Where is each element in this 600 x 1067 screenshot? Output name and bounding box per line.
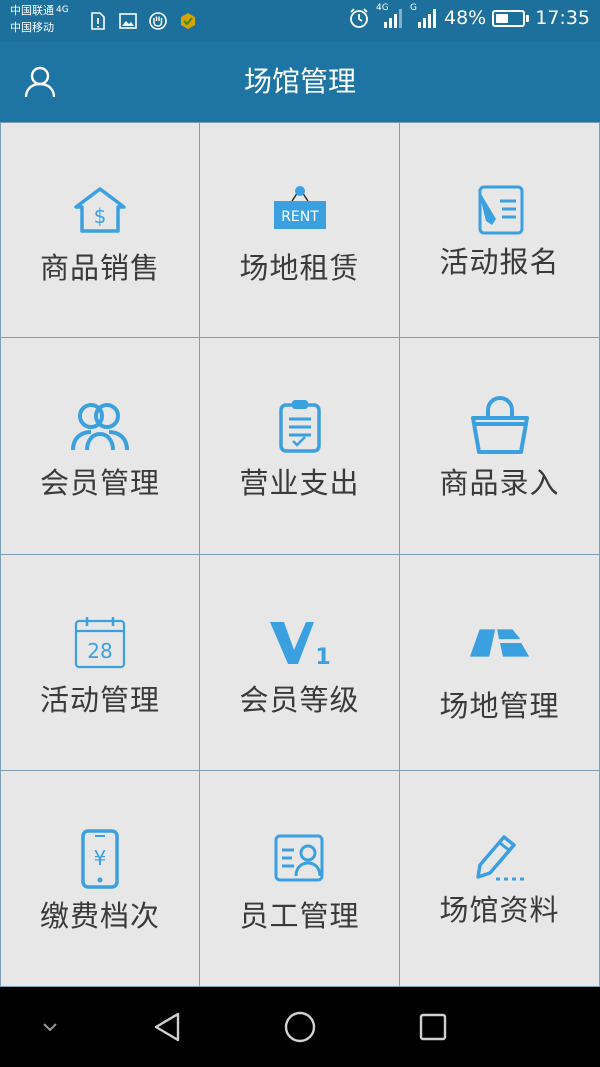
carrier-1-label: 中国联通 xyxy=(10,4,54,17)
tile-member-management[interactable]: 会员管理 xyxy=(0,338,200,555)
tile-venue-rental[interactable]: RENT 场地租赁 xyxy=(200,122,400,339)
vip-number: 1 xyxy=(315,645,330,668)
tile-member-level[interactable]: 1 会员等级 xyxy=(200,554,400,771)
back-button[interactable] xyxy=(145,1007,189,1047)
clock: 17:35 xyxy=(535,7,590,29)
staff-card-icon xyxy=(268,829,332,889)
tile-label: 活动管理 xyxy=(39,682,160,717)
app-badge-icon xyxy=(181,13,195,29)
battery-icon xyxy=(492,9,530,27)
tile-business-expense[interactable]: 营业支出 xyxy=(200,338,400,555)
phone-yuan-icon: ¥ xyxy=(68,829,132,889)
chevron-down-icon xyxy=(43,1023,57,1032)
home-button[interactable] xyxy=(278,1007,322,1047)
carrier-1-network: 4G xyxy=(56,5,69,15)
edit-pencil-icon xyxy=(468,829,532,889)
page-title: 场馆管理 xyxy=(243,65,356,98)
app-header: 场馆管理 xyxy=(0,42,600,122)
tile-venue-management[interactable]: 场地管理 xyxy=(400,554,600,771)
calendar-icon: 28 xyxy=(68,613,132,673)
house-dollar-icon: $ xyxy=(68,181,132,241)
shopping-bag-icon xyxy=(468,396,532,456)
tile-venue-info[interactable]: 场馆资料 xyxy=(400,770,600,987)
tile-label: 营业支出 xyxy=(239,466,360,501)
tile-label: 场地租赁 xyxy=(239,251,360,285)
hand-icon xyxy=(149,12,167,30)
status-right: 4G G 48% 17:35 xyxy=(348,3,590,30)
tile-event-signup[interactable]: 活动报名 xyxy=(400,122,600,339)
sim-warning-icon xyxy=(91,12,105,30)
tile-label: 商品销售 xyxy=(39,251,160,285)
back-triangle-icon xyxy=(154,1012,180,1042)
home-circle-icon xyxy=(284,1011,316,1043)
system-nav-bar xyxy=(0,987,600,1067)
status-bar: 中国联通 4G 中国移动 4G G 48% 17:35 xyxy=(0,0,600,42)
rent-sign-icon: RENT xyxy=(268,181,332,241)
rent-text: RENT xyxy=(281,209,319,225)
tile-label: 缴费档次 xyxy=(39,898,160,933)
signup-pen-icon xyxy=(468,181,532,241)
image-icon xyxy=(119,13,137,29)
clipboard-check-icon xyxy=(268,396,332,456)
tile-label: 场地管理 xyxy=(439,688,560,723)
tile-event-management[interactable]: 28 活动管理 xyxy=(0,554,200,771)
tile-label: 会员管理 xyxy=(39,466,160,501)
carrier-info: 中国联通 4G 中国移动 xyxy=(10,2,69,36)
alarm-icon xyxy=(350,8,368,28)
venue-floor-icon xyxy=(468,613,532,673)
tile-label: 商品录入 xyxy=(439,466,560,501)
tile-staff-management[interactable]: 员工管理 xyxy=(200,770,400,987)
vip-level-icon: 1 xyxy=(268,613,332,673)
signal-1-label: 4G xyxy=(376,3,389,13)
battery-fill xyxy=(496,13,509,23)
signal-2-label: G xyxy=(410,3,417,13)
members-icon xyxy=(68,396,132,456)
tile-product-sales[interactable]: $ 商品销售 xyxy=(0,122,200,339)
tile-fee-tiers[interactable]: ¥ 缴费档次 xyxy=(0,770,200,987)
tile-label: 员工管理 xyxy=(239,898,360,933)
recents-square-icon xyxy=(419,1013,447,1041)
tile-label: 场馆资料 xyxy=(439,892,560,927)
yuan-symbol: ¥ xyxy=(94,846,107,870)
signal-2-indicator: G xyxy=(410,3,438,30)
tile-label: 会员等级 xyxy=(239,682,360,717)
calendar-day: 28 xyxy=(87,639,112,663)
battery-percent: 48% xyxy=(444,7,487,29)
function-grid: $ 商品销售 RENT 场地租赁 活动报名 会员管理 营业支出 商品录入 28 … xyxy=(0,122,600,987)
carrier-2-label: 中国移动 xyxy=(10,21,54,34)
notification-icons xyxy=(88,11,198,31)
signal-1-indicator: 4G xyxy=(376,3,404,30)
recents-button[interactable] xyxy=(411,1007,455,1047)
tile-label: 活动报名 xyxy=(439,245,560,279)
tile-product-entry[interactable]: 商品录入 xyxy=(400,338,600,555)
dollar-symbol: $ xyxy=(94,204,107,228)
hide-nav-button[interactable] xyxy=(28,1007,72,1047)
